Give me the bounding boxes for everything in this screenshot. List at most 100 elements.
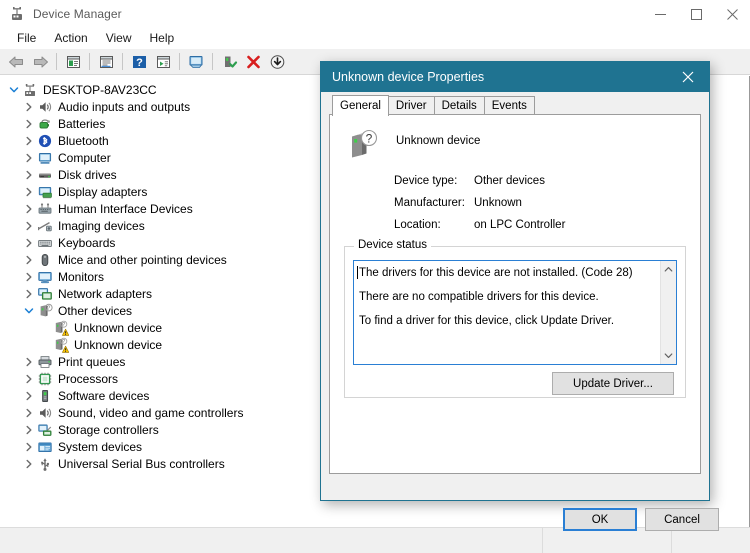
processor-icon xyxy=(37,371,53,387)
tree-item-label: Print queues xyxy=(58,354,126,369)
chevron-right-icon[interactable] xyxy=(21,371,37,387)
device-status-line: The drivers for this device are not inst… xyxy=(359,267,633,279)
chevron-right-icon[interactable] xyxy=(21,405,37,421)
tree-item-label: DESKTOP-8AV23CC xyxy=(43,82,157,97)
tree-item-label: Universal Serial Bus controllers xyxy=(58,456,225,471)
menu-file[interactable]: File xyxy=(8,29,45,48)
tab-details[interactable]: Details xyxy=(433,96,485,115)
chevron-right-icon[interactable] xyxy=(21,269,37,285)
property-value: Unknown xyxy=(474,197,522,209)
chevron-down-icon[interactable] xyxy=(6,82,22,98)
toolbar-separator xyxy=(179,53,180,70)
monitor-icon xyxy=(37,269,53,285)
tab-general[interactable]: General xyxy=(332,95,389,116)
chevron-right-icon[interactable] xyxy=(21,456,37,472)
chevron-right-icon[interactable] xyxy=(21,235,37,251)
imaging-device-icon xyxy=(37,218,53,234)
device-status-scrollbar[interactable] xyxy=(660,261,676,364)
sound-video-game-icon xyxy=(37,405,53,421)
general-tab-page: ? Unknown device Device type: Other devi… xyxy=(329,114,701,474)
chevron-right-icon[interactable] xyxy=(21,388,37,404)
uninstall-device-button[interactable] xyxy=(241,51,265,73)
scan-hardware-changes-button[interactable] xyxy=(184,51,208,73)
add-legacy-hardware-button[interactable] xyxy=(265,51,289,73)
tree-item-label: Computer xyxy=(58,150,111,165)
tree-item-label: Storage controllers xyxy=(58,422,159,437)
svg-text:?: ? xyxy=(366,132,373,146)
device-status-textbox[interactable]: The drivers for this device are not inst… xyxy=(353,260,677,365)
minimize-button[interactable] xyxy=(642,0,678,28)
toolbar-separator xyxy=(56,53,57,70)
chevron-right-icon[interactable] xyxy=(21,150,37,166)
chevron-right-icon[interactable] xyxy=(21,116,37,132)
chevron-right-icon[interactable] xyxy=(21,167,37,183)
chevron-right-icon[interactable] xyxy=(21,422,37,438)
svg-text:?: ? xyxy=(136,57,143,69)
toolbar-separator xyxy=(122,53,123,70)
tab-driver[interactable]: Driver xyxy=(387,96,435,115)
chevron-right-icon[interactable] xyxy=(21,133,37,149)
device-status-line: To find a driver for this device, click … xyxy=(359,315,615,327)
cancel-button[interactable]: Cancel xyxy=(645,508,719,531)
ok-button[interactable]: OK xyxy=(563,508,637,531)
dialog-title: Unknown device Properties xyxy=(332,70,485,84)
menu-help[interactable]: Help xyxy=(141,29,184,48)
dialog-close-button[interactable] xyxy=(667,62,709,92)
menu-action[interactable]: Action xyxy=(45,29,96,48)
chevron-right-icon[interactable] xyxy=(21,439,37,455)
menu-view[interactable]: View xyxy=(97,29,141,48)
tree-item-label: Imaging devices xyxy=(58,218,145,233)
battery-icon xyxy=(37,116,53,132)
chevron-right-icon[interactable] xyxy=(21,354,37,370)
back-button[interactable] xyxy=(4,51,28,73)
update-driver-icon xyxy=(156,55,170,68)
chevron-right-icon[interactable] xyxy=(21,99,37,115)
chevron-right-icon[interactable] xyxy=(21,252,37,268)
property-row: Manufacturer: Unknown xyxy=(394,192,565,214)
forward-button[interactable] xyxy=(28,51,52,73)
computer-root-icon xyxy=(22,82,38,98)
chevron-down-icon[interactable] xyxy=(21,303,37,319)
display-adapter-icon xyxy=(37,184,53,200)
tree-item-label: Unknown device xyxy=(74,337,163,352)
property-key: Device type: xyxy=(394,175,458,187)
close-button[interactable] xyxy=(714,0,750,28)
update-driver-button[interactable] xyxy=(151,51,175,73)
tree-item-label: Other devices xyxy=(58,303,133,318)
tree-item-label: Audio inputs and outputs xyxy=(58,99,191,114)
properties-button[interactable] xyxy=(94,51,118,73)
tab-events[interactable]: Events xyxy=(483,96,535,115)
property-row: Device type: Other devices xyxy=(394,170,565,192)
device-status-groupbox: Device status The drivers for this devic… xyxy=(344,239,686,398)
scroll-up-icon[interactable] xyxy=(661,261,677,278)
update-driver-button[interactable]: Update Driver... xyxy=(552,372,674,395)
maximize-button[interactable] xyxy=(678,0,714,28)
scroll-down-icon[interactable] xyxy=(661,347,677,364)
disk-drive-icon xyxy=(37,167,53,183)
device-status-line: There are no compatible drivers for this… xyxy=(359,291,599,303)
usb-controller-icon xyxy=(37,456,53,472)
chevron-right-icon[interactable] xyxy=(21,184,37,200)
device-status-text: The drivers for this device are not inst… xyxy=(354,261,660,364)
tree-item-label: Keyboards xyxy=(58,235,116,250)
window-title: Device Manager xyxy=(33,7,122,21)
svg-text:?: ? xyxy=(62,338,65,344)
chevron-right-icon[interactable] xyxy=(21,286,37,302)
chevron-right-icon[interactable] xyxy=(21,218,37,234)
enable-device-button[interactable] xyxy=(217,51,241,73)
unknown-device-warning-icon: ? xyxy=(53,320,69,336)
tree-item-label: Monitors xyxy=(58,269,105,284)
show-hide-console-tree-button[interactable] xyxy=(61,51,85,73)
dialog-tabstrip: General Driver Details Events xyxy=(329,95,701,116)
tree-item-label: Disk drives xyxy=(58,167,117,182)
back-arrow-icon xyxy=(8,56,23,67)
help-button[interactable]: ? xyxy=(127,51,151,73)
bluetooth-icon xyxy=(37,133,53,149)
keyboard-icon xyxy=(37,235,53,251)
device-name: Unknown device xyxy=(396,135,481,147)
mouse-icon xyxy=(37,252,53,268)
audio-icon xyxy=(37,99,53,115)
toolbar-separator xyxy=(89,53,90,70)
tree-item-label: Human Interface Devices xyxy=(58,201,193,216)
chevron-right-icon[interactable] xyxy=(21,201,37,217)
